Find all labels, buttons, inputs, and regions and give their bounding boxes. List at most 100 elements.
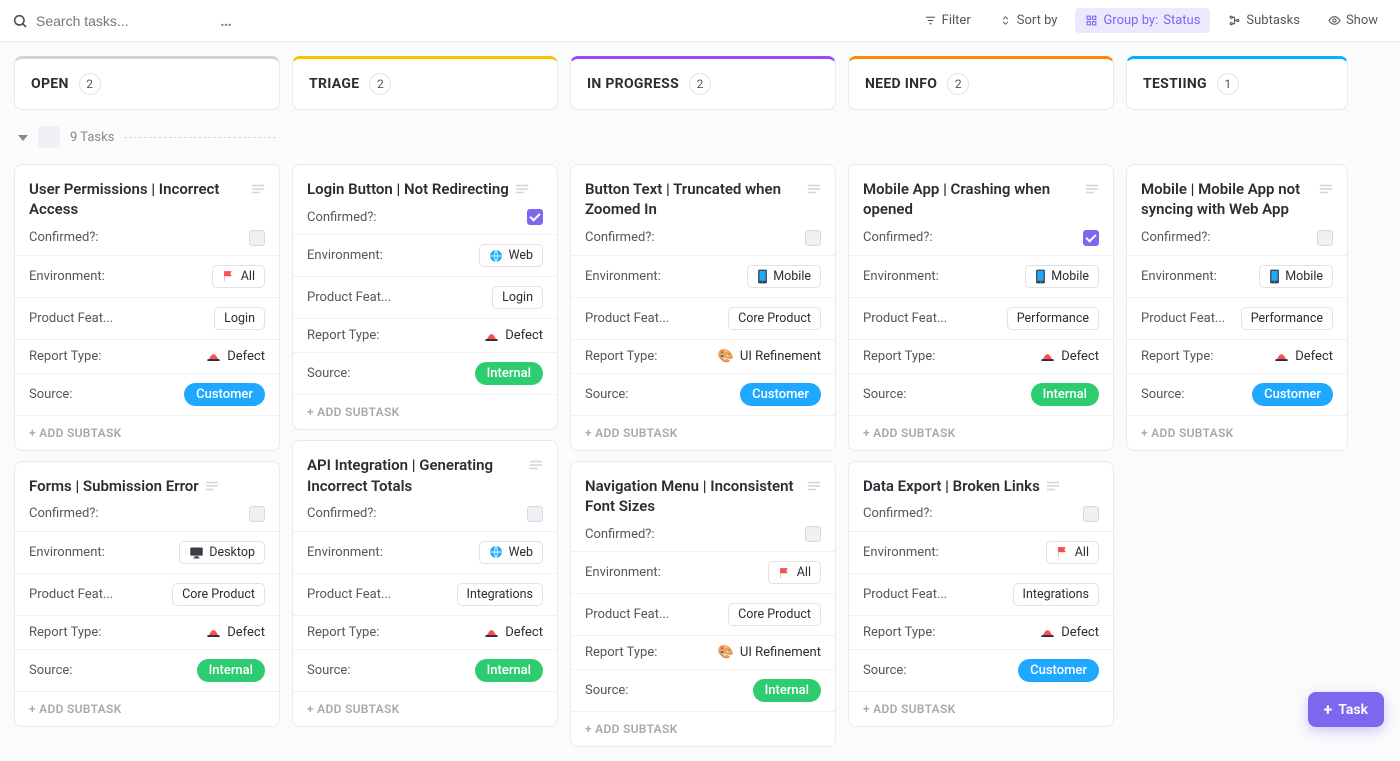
add-subtask-button[interactable]: + ADD SUBTASK <box>849 691 1113 726</box>
field-feature: Product Feat...Core Product <box>571 593 835 635</box>
report-type-value[interactable]: 🎨UI Refinement <box>718 645 821 660</box>
field-environment: Environment:All <box>15 255 279 297</box>
report-type-value[interactable]: Defect <box>206 625 265 640</box>
feature-chip[interactable]: Performance <box>1241 307 1333 330</box>
task-card[interactable]: Login Button | Not RedirectingConfirmed?… <box>292 164 558 430</box>
field-label: Report Type: <box>29 349 101 364</box>
show-button[interactable]: Show <box>1318 8 1388 33</box>
column-header-open[interactable]: OPEN2 <box>14 56 280 110</box>
field-report-type: Report Type: Defect <box>849 339 1113 373</box>
task-title: Data Export | Broken Links <box>849 462 1113 506</box>
field-report-type: Report Type:Defect <box>1127 339 1347 373</box>
confirmed-checkbox[interactable] <box>805 526 821 542</box>
group-button[interactable]: Group by: Status <box>1075 8 1210 33</box>
filter-button[interactable]: Filter <box>914 8 981 33</box>
confirmed-checkbox[interactable] <box>1083 230 1099 246</box>
confirmed-checkbox[interactable] <box>805 230 821 246</box>
feature-chip[interactable]: Core Product <box>728 603 821 626</box>
source-pill[interactable]: Internal <box>475 362 543 385</box>
new-task-button[interactable]: + Task <box>1308 692 1384 727</box>
confirmed-checkbox[interactable] <box>1083 506 1099 522</box>
field-environment: Environment:Mobile <box>571 255 835 297</box>
environment-chip[interactable]: Mobile <box>1259 265 1333 288</box>
column-header-progress[interactable]: IN PROGRESS2 <box>570 56 836 110</box>
column-header-needinfo[interactable]: NEED INFO2 <box>848 56 1114 110</box>
task-card[interactable]: Mobile | Mobile App not syncing with Web… <box>1126 164 1348 451</box>
sort-label: Sort by <box>1017 13 1058 28</box>
feature-chip[interactable]: Core Product <box>728 307 821 330</box>
source-pill[interactable]: Internal <box>197 659 265 682</box>
feature-chip[interactable]: Login <box>492 286 543 309</box>
task-card[interactable]: Forms | Submission ErrorConfirmed?:Envir… <box>14 461 280 727</box>
report-type-value[interactable]: Defect <box>1274 349 1333 364</box>
source-pill[interactable]: Customer <box>184 383 265 406</box>
field-label: Source: <box>307 663 350 678</box>
column-count: 1 <box>1217 73 1239 95</box>
report-type-value[interactable]: 🎨UI Refinement <box>718 349 821 364</box>
field-label: Source: <box>307 366 350 381</box>
environment-chip[interactable]: Desktop <box>179 541 265 564</box>
environment-chip[interactable]: Web <box>479 244 543 267</box>
environment-chip[interactable]: Mobile <box>747 265 821 288</box>
add-subtask-button[interactable]: + ADD SUBTASK <box>293 394 557 429</box>
field-label: Product Feat... <box>307 587 391 602</box>
environment-chip[interactable]: Mobile <box>1025 265 1099 288</box>
field-environment: Environment:All <box>849 531 1113 573</box>
field-report-type: Report Type:🎨UI Refinement <box>571 339 835 373</box>
field-label: Source: <box>29 387 72 402</box>
report-type-value[interactable]: Defect <box>484 328 543 343</box>
confirmed-checkbox[interactable] <box>527 506 543 522</box>
task-card[interactable]: Navigation Menu | Inconsistent Font Size… <box>570 461 836 748</box>
feature-chip[interactable]: Performance <box>1007 307 1099 330</box>
add-subtask-button[interactable]: + ADD SUBTASK <box>571 711 835 746</box>
task-card[interactable]: Data Export | Broken LinksConfirmed?:Env… <box>848 461 1114 727</box>
add-subtask-button[interactable]: + ADD SUBTASK <box>1127 415 1347 450</box>
confirmed-checkbox[interactable] <box>1317 230 1333 246</box>
source-pill[interactable]: Internal <box>1031 383 1099 406</box>
column-header-triage[interactable]: TRIAGE2 <box>292 56 558 110</box>
source-pill[interactable]: Customer <box>1252 383 1333 406</box>
environment-chip[interactable]: All <box>768 561 821 584</box>
report-type-value[interactable]: Defect <box>484 625 543 640</box>
sort-button[interactable]: Sort by <box>989 8 1068 33</box>
field-feature: Product Feat...Core Product <box>571 297 835 339</box>
field-source: Source: Customer <box>15 373 279 415</box>
report-type-value[interactable]: Defect <box>1040 625 1099 640</box>
search-more-icon[interactable]: … <box>214 9 240 32</box>
task-card[interactable]: Mobile App | Crashing when openedConfirm… <box>848 164 1114 451</box>
report-type-value[interactable]: Defect <box>1040 349 1099 364</box>
feature-chip[interactable]: Integrations <box>1013 583 1099 606</box>
feature-chip[interactable]: Core Product <box>172 583 265 606</box>
feature-chip[interactable]: Login <box>214 307 265 330</box>
source-pill[interactable]: Customer <box>740 383 821 406</box>
column-title: TESTIING <box>1143 76 1207 92</box>
environment-chip[interactable]: All <box>1046 541 1099 564</box>
environment-chip[interactable]: All <box>212 265 265 288</box>
report-type-value[interactable]: Defect <box>206 349 265 364</box>
add-subtask-button[interactable]: + ADD SUBTASK <box>15 691 279 726</box>
search-input[interactable] <box>36 13 186 29</box>
add-subtask-button[interactable]: + ADD SUBTASK <box>571 415 835 450</box>
task-title: Login Button | Not Redirecting <box>293 165 557 209</box>
group-header[interactable]: 9 Tasks <box>14 120 280 154</box>
add-subtask-button[interactable]: + ADD SUBTASK <box>849 415 1113 450</box>
add-subtask-button[interactable]: + ADD SUBTASK <box>15 415 279 450</box>
source-pill[interactable]: Customer <box>1018 659 1099 682</box>
field-label: Source: <box>585 387 628 402</box>
column-header-testing[interactable]: TESTIING 1 <box>1126 56 1348 110</box>
add-subtask-button[interactable]: + ADD SUBTASK <box>293 691 557 726</box>
task-card[interactable]: API Integration | Generating Incorrect T… <box>292 440 558 727</box>
field-label: Environment: <box>585 565 661 580</box>
subtasks-button[interactable]: Subtasks <box>1218 8 1310 33</box>
feature-chip[interactable]: Integrations <box>457 583 543 606</box>
task-card[interactable]: Button Text | Truncated when Zoomed InCo… <box>570 164 836 451</box>
confirmed-checkbox[interactable] <box>527 209 543 225</box>
environment-chip[interactable]: Web <box>479 541 543 564</box>
task-card[interactable]: User Permissions | Incorrect AccessConfi… <box>14 164 280 451</box>
field-label: Confirmed?: <box>29 230 99 245</box>
source-pill[interactable]: Internal <box>753 679 821 702</box>
field-label: Report Type: <box>863 349 935 364</box>
source-pill[interactable]: Internal <box>475 659 543 682</box>
confirmed-checkbox[interactable] <box>249 230 265 246</box>
confirmed-checkbox[interactable] <box>249 506 265 522</box>
